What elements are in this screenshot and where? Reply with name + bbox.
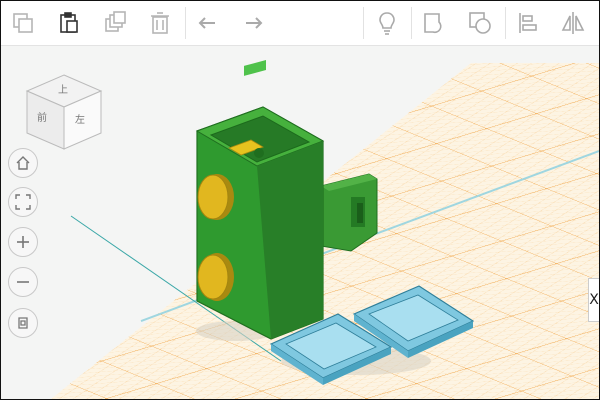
align-icon[interactable] bbox=[512, 7, 544, 39]
ortho-perspective-button[interactable] bbox=[8, 308, 38, 338]
toolbar-separator bbox=[185, 7, 186, 39]
zoom-in-icon bbox=[17, 236, 29, 248]
view-cube-left-label: 左 bbox=[75, 115, 85, 126]
lightbulb-icon[interactable] bbox=[371, 7, 403, 39]
yellow-button-bottom[interactable] bbox=[197, 253, 234, 301]
zoom-out-button[interactable] bbox=[8, 267, 38, 297]
home-view-button[interactable] bbox=[8, 148, 38, 178]
side-panel-tab-label: X bbox=[589, 292, 599, 308]
zoom-in-button[interactable] bbox=[8, 227, 38, 257]
mirror-icon[interactable] bbox=[557, 7, 589, 39]
view-cube-front-label: 前 bbox=[37, 113, 47, 124]
app-frame: 上 前 左 X bbox=[0, 0, 600, 400]
zoom-out-icon bbox=[17, 281, 29, 283]
fit-view-icon bbox=[15, 194, 31, 210]
redo-icon[interactable] bbox=[237, 7, 269, 39]
toolbar-separator bbox=[505, 7, 506, 39]
paste-icon[interactable] bbox=[53, 7, 85, 39]
ungroup-icon[interactable] bbox=[464, 7, 496, 39]
toolbar-separator bbox=[363, 7, 364, 39]
fit-view-button[interactable] bbox=[8, 187, 38, 217]
duplicate-icon[interactable] bbox=[99, 7, 131, 39]
toolbar-separator bbox=[411, 7, 412, 39]
home-icon bbox=[16, 156, 30, 170]
yellow-button-top[interactable] bbox=[197, 174, 234, 220]
toolbar bbox=[1, 1, 599, 46]
delete-icon[interactable] bbox=[144, 7, 176, 39]
copy-icon[interactable] bbox=[7, 7, 39, 39]
workplane-viewport[interactable]: 上 前 左 X bbox=[1, 46, 599, 399]
group-icon[interactable] bbox=[418, 7, 450, 39]
undo-icon[interactable] bbox=[192, 7, 224, 39]
ortho-perspective-icon bbox=[18, 317, 28, 329]
view-cube-top-label: 上 bbox=[58, 85, 68, 96]
view-cube[interactable]: 上 前 左 bbox=[23, 71, 105, 153]
side-panel-tab[interactable]: X bbox=[588, 278, 599, 322]
